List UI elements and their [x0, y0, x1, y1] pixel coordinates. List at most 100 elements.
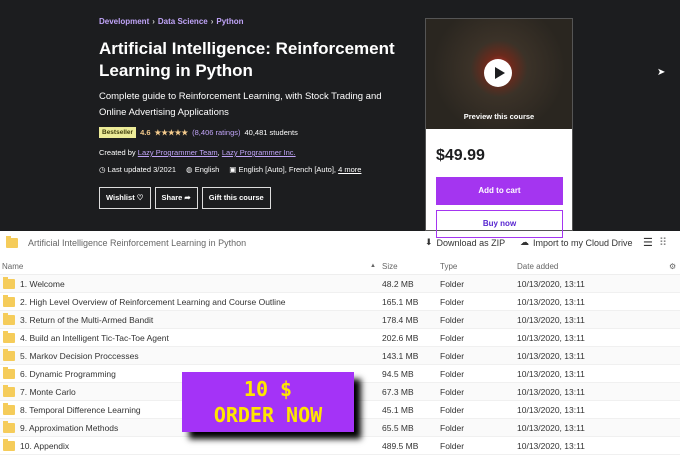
ratings-count[interactable]: (8,406 ratings): [192, 128, 240, 137]
column-headers: Name ▲ Size Type Date added ⚙: [0, 258, 680, 275]
captions-text: English [Auto], French [Auto],: [238, 165, 337, 174]
file-date: 10/13/2020, 13:11: [517, 423, 585, 433]
col-type[interactable]: Type: [440, 262, 457, 271]
breadcrumb-development[interactable]: Development: [99, 17, 149, 26]
file-type: Folder: [440, 405, 465, 415]
sort-icon[interactable]: ▲: [370, 263, 376, 269]
star-icons: ★★★★★: [154, 128, 189, 137]
grid-view-icon[interactable]: ⠿: [659, 236, 667, 249]
more-captions-link[interactable]: 4 more: [338, 165, 361, 174]
play-icon[interactable]: [484, 59, 512, 87]
promo-banner[interactable]: 10 $ ORDER NOW: [182, 372, 354, 432]
students-count: 40,481 students: [244, 128, 298, 137]
created-by: Created by Lazy Programmer Team, Lazy Pr…: [99, 148, 296, 157]
price: $49.99: [436, 147, 485, 164]
file-type: Folder: [440, 279, 465, 289]
author-link[interactable]: Lazy Programmer Inc.: [222, 148, 296, 157]
file-date: 10/13/2020, 13:11: [517, 405, 585, 415]
file-name: 6. Dynamic Programming: [20, 369, 116, 379]
import-label: Import to my Cloud Drive: [533, 237, 633, 248]
file-type: Folder: [440, 297, 465, 307]
file-type: Folder: [440, 369, 465, 379]
course-preview[interactable]: Preview this course: [426, 19, 572, 129]
file-row[interactable]: 5. Markov Decision Proccesses 143.1 MB F…: [0, 347, 680, 365]
folder-icon: [3, 331, 15, 343]
share-button[interactable]: Share ➦: [154, 187, 198, 209]
course-title: Artificial Intelligence: Reinforcement L…: [99, 39, 395, 80]
file-name: 2. High Level Overview of Reinforcement …: [20, 297, 286, 307]
language: ◍ English: [186, 165, 220, 174]
file-date: 10/13/2020, 13:11: [517, 315, 585, 325]
file-size: 178.4 MB: [382, 315, 419, 325]
file-size: 143.1 MB: [382, 351, 419, 361]
file-date: 10/13/2020, 13:11: [517, 351, 585, 361]
add-to-cart-button[interactable]: Add to cart: [436, 177, 563, 205]
folder-icon: [3, 367, 15, 379]
folder-icon: [3, 421, 15, 433]
cloud-icon: ☁: [520, 237, 529, 247]
created-by-label: Created by: [99, 148, 136, 157]
folder-icon: [3, 295, 15, 307]
breadcrumb-data-science[interactable]: Data Science: [158, 17, 208, 26]
file-date: 10/13/2020, 13:11: [517, 333, 585, 343]
author-link[interactable]: Lazy Programmer Team: [138, 148, 218, 157]
file-row[interactable]: 4. Build an Intelligent Tic-Tac-Toe Agen…: [0, 329, 680, 347]
file-size: 45.1 MB: [382, 405, 414, 415]
folder-icon: [3, 313, 15, 325]
file-row[interactable]: 3. Return of the Multi-Armed Bandit 178.…: [0, 311, 680, 329]
file-date: 10/13/2020, 13:11: [517, 297, 585, 307]
file-type: Folder: [440, 423, 465, 433]
bestseller-badge: Bestseller: [99, 127, 137, 138]
list-view-icon[interactable]: ☰: [643, 236, 653, 249]
purchase-card: Preview this course $49.99 Add to cart B…: [425, 18, 573, 238]
file-name: 4. Build an Intelligent Tic-Tac-Toe Agen…: [20, 333, 169, 343]
download-zip-button[interactable]: ⬇ Download as ZIP: [425, 237, 505, 248]
file-size: 489.5 MB: [382, 441, 419, 451]
promo-cta: ORDER NOW: [213, 403, 323, 427]
captions: ▣ English [Auto], French [Auto], 4 more: [229, 165, 362, 174]
course-header: Development › Data Science › Python Artifici…: [0, 0, 680, 238]
course-meta: Bestseller 4.6 ★★★★★ (8,406 ratings) 40,…: [99, 127, 298, 138]
file-row[interactable]: 10. Appendix 489.5 MB Folder 10/13/2020,…: [0, 437, 680, 455]
folder-icon: [6, 236, 18, 248]
last-updated: ◷ Last updated 3/2021: [99, 165, 177, 174]
wishlist-button[interactable]: Wishlist ♡: [99, 187, 151, 209]
file-type: Folder: [440, 333, 465, 343]
file-name: 5. Markov Decision Proccesses: [20, 351, 139, 361]
folder-icon: [3, 277, 15, 289]
file-size: 94.5 MB: [382, 369, 414, 379]
file-row[interactable]: 2. High Level Overview of Reinforcement …: [0, 293, 680, 311]
folder-icon: [3, 403, 15, 415]
file-date: 10/13/2020, 13:11: [517, 387, 585, 397]
file-type: Folder: [440, 441, 465, 451]
download-icon: ⬇: [425, 237, 433, 247]
language-text: English: [194, 165, 220, 174]
course-subtitle: Complete guide to Reinforcement Learning…: [99, 91, 382, 118]
file-date: 10/13/2020, 13:11: [517, 441, 585, 451]
folder-title: Artificial Intelligence Reinforcement Le…: [28, 238, 247, 248]
file-type: Folder: [440, 351, 465, 361]
download-label: Download as ZIP: [436, 237, 506, 248]
gift-button[interactable]: Gift this course: [201, 187, 271, 209]
file-type: Folder: [440, 387, 465, 397]
col-size[interactable]: Size: [382, 262, 398, 271]
import-cloud-button[interactable]: ☁ Import to my Cloud Drive: [520, 237, 633, 248]
file-type: Folder: [440, 315, 465, 325]
file-size: 67.3 MB: [382, 387, 414, 397]
breadcrumb-python[interactable]: Python: [216, 17, 243, 26]
file-row[interactable]: 1. Welcome 48.2 MB Folder 10/13/2020, 13…: [0, 275, 680, 293]
file-size: 202.6 MB: [382, 333, 419, 343]
file-size: 48.2 MB: [382, 279, 414, 289]
file-size: 65.5 MB: [382, 423, 414, 433]
file-date: 10/13/2020, 13:11: [517, 369, 585, 379]
file-name: 9. Approximation Methods: [20, 423, 119, 433]
col-date[interactable]: Date added: [517, 262, 558, 271]
folder-icon: [3, 439, 15, 451]
settings-icon[interactable]: ⚙: [669, 262, 676, 271]
file-date: 10/13/2020, 13:11: [517, 279, 585, 289]
folder-icon: [3, 349, 15, 361]
promo-price: 10 $: [243, 377, 293, 401]
file-name: 1. Welcome: [20, 279, 65, 289]
file-name: 8. Temporal Difference Learning: [20, 405, 141, 415]
col-name[interactable]: Name: [2, 262, 23, 271]
